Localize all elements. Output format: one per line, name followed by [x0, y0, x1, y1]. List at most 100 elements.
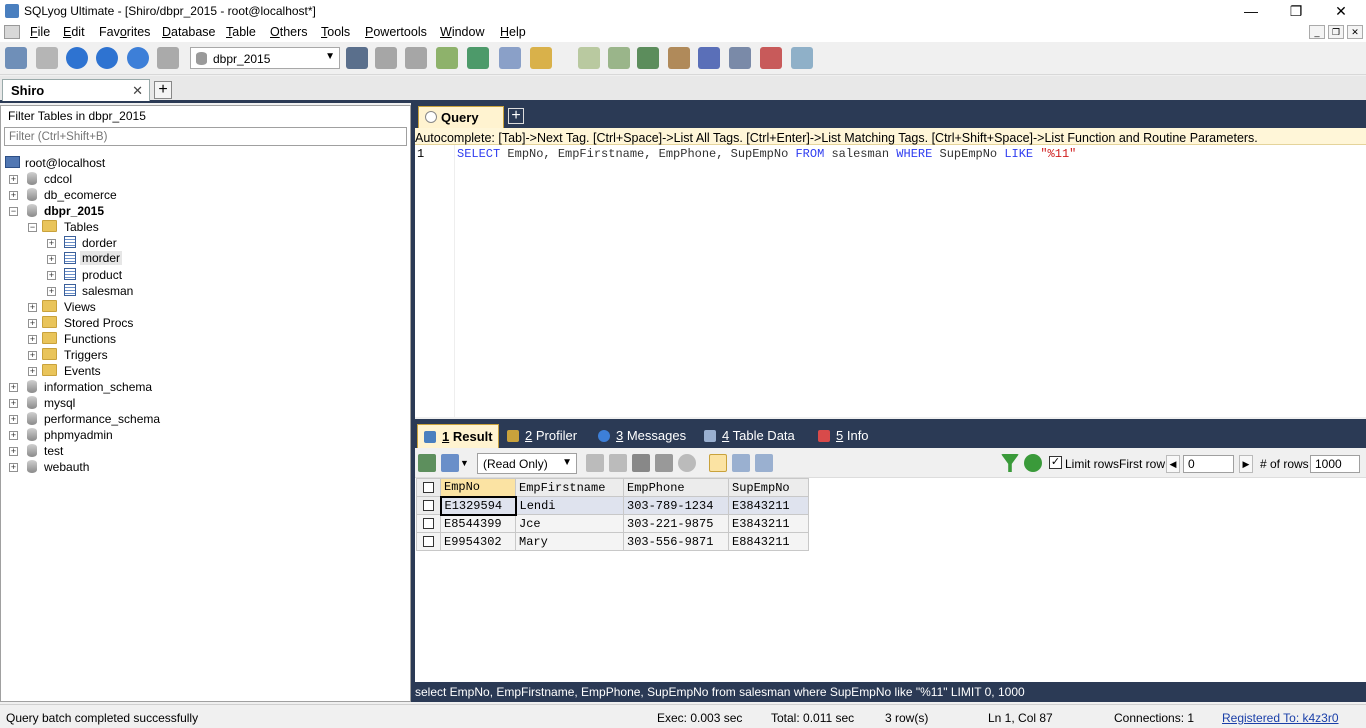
table-diag-icon[interactable] [499, 47, 521, 69]
tree-db-db-ecomerce[interactable]: + db_ecomerce [9, 187, 209, 203]
tree-folder-views[interactable]: + Views [28, 299, 228, 315]
select-all-checkbox[interactable] [416, 478, 441, 497]
add-connection-tab-button[interactable]: + [154, 81, 172, 99]
column-header[interactable]: EmpPhone [623, 478, 729, 497]
query-builder-icon[interactable] [578, 47, 600, 69]
delete-icon[interactable] [655, 454, 673, 472]
expand-icon[interactable]: + [9, 431, 18, 440]
expand-icon[interactable]: + [47, 255, 56, 264]
text-mode-icon[interactable] [755, 454, 773, 472]
tab-info[interactable]: 5 Info [818, 424, 869, 448]
tree-table-dorder[interactable]: + dorder [47, 235, 247, 251]
grid-cell[interactable]: Mary [515, 532, 624, 551]
grid-cell[interactable]: E9954302 [440, 532, 516, 551]
create-table-icon[interactable] [405, 47, 427, 69]
menu-others[interactable]: Others [270, 25, 308, 39]
tree-folder-stored-procs[interactable]: + Stored Procs [28, 315, 228, 331]
database-selector[interactable]: dbpr_2015 ▼ [190, 47, 340, 69]
expand-icon[interactable]: + [28, 303, 37, 312]
refresh-icon[interactable] [1024, 454, 1042, 472]
export-icon[interactable] [441, 454, 459, 472]
user-manager-icon[interactable] [346, 47, 368, 69]
tree-db-mysql[interactable]: + mysql [9, 395, 209, 411]
sql-line[interactable]: SELECT EmpNo, EmpFirstname, EmpPhone, Su… [457, 147, 1076, 161]
stop-icon[interactable] [127, 47, 149, 69]
mdi-doc-icon[interactable] [4, 25, 20, 39]
grid-cell[interactable]: E8544399 [440, 514, 516, 533]
tree-folder-functions[interactable]: + Functions [28, 331, 228, 347]
expand-icon[interactable]: + [28, 367, 37, 376]
tree-folder-triggers[interactable]: + Triggers [28, 347, 228, 363]
expand-icon[interactable]: + [47, 287, 56, 296]
cancel-icon[interactable] [678, 454, 696, 472]
form-mode-icon[interactable] [732, 454, 750, 472]
tree-db-cdcol[interactable]: + cdcol [9, 171, 209, 187]
tab-query[interactable]: Query [418, 106, 504, 128]
tab-profiler[interactable]: 2 Profiler [507, 424, 577, 448]
grid-cell[interactable]: Jce [515, 514, 624, 533]
menu-edit[interactable]: Edit [63, 25, 85, 39]
expand-icon[interactable]: + [47, 239, 56, 248]
sql-editor[interactable] [415, 145, 1366, 417]
tree-table-salesman[interactable]: + salesman [47, 283, 247, 299]
tab-result[interactable]: 1 Result [417, 424, 499, 448]
expand-icon[interactable]: + [28, 351, 37, 360]
backup-icon[interactable] [467, 47, 489, 69]
maximize-button[interactable]: ❐ [1273, 0, 1319, 22]
menu-table[interactable]: Table [226, 25, 256, 39]
grid-cell[interactable]: Lendi [515, 496, 624, 515]
schema-sync-icon[interactable] [791, 47, 813, 69]
tab-table-data[interactable]: 4 Table Data [704, 424, 795, 448]
registered-to-link[interactable]: Registered To: k4z3r0 [1222, 711, 1339, 725]
expand-icon[interactable]: + [9, 399, 18, 408]
data-search-icon[interactable] [760, 47, 782, 69]
expand-icon[interactable]: + [9, 175, 18, 184]
tree-db-information-schema[interactable]: + information_schema [9, 379, 209, 395]
notifications-icon[interactable] [729, 47, 751, 69]
expand-icon[interactable]: + [9, 415, 18, 424]
close-tab-icon[interactable]: ✕ [132, 83, 143, 99]
connect-icon[interactable] [5, 47, 27, 69]
migration-icon[interactable] [668, 47, 690, 69]
insert-row-icon[interactable] [586, 454, 604, 472]
tab-messages[interactable]: 3 Messages [598, 424, 686, 448]
mdi-restore-button[interactable]: ❐ [1328, 25, 1344, 39]
table-row[interactable]: E8544399 Jce 303-221-9875 E3843211 [416, 514, 809, 533]
tree-db-phpmyadmin[interactable]: + phpmyadmin [9, 427, 209, 443]
scheduled-job-icon[interactable] [698, 47, 720, 69]
tree-folder-tables[interactable]: − Tables [28, 219, 228, 235]
add-query-tab-button[interactable]: + [508, 108, 524, 124]
tree-db-performance-schema[interactable]: + performance_schema [9, 411, 209, 427]
tree-folder-events[interactable]: + Events [28, 363, 228, 379]
grid-cell[interactable]: 303-789-1234 [623, 496, 729, 515]
new-connection-icon[interactable] [36, 47, 58, 69]
row-checkbox[interactable] [416, 514, 441, 533]
column-header[interactable]: EmpFirstname [515, 478, 624, 497]
tree-db-webauth[interactable]: + webauth [9, 459, 209, 475]
grid-mode-icon[interactable] [709, 454, 727, 472]
menu-powertools[interactable]: Powertools [365, 25, 427, 39]
menu-file[interactable]: File [30, 25, 50, 39]
collapse-icon[interactable]: − [28, 223, 37, 232]
mdi-close-button[interactable]: ✕ [1347, 25, 1363, 39]
execute-query-icon[interactable] [66, 47, 88, 69]
menu-tools[interactable]: Tools [321, 25, 350, 39]
first-row-input[interactable]: 0 [1183, 455, 1234, 473]
schema-designer-icon[interactable] [530, 47, 552, 69]
column-header[interactable]: SupEmpNo [728, 478, 809, 497]
prev-page-icon[interactable]: ◀ [1166, 455, 1180, 473]
create-db-icon[interactable] [375, 47, 397, 69]
grid-cell[interactable]: 303-556-9871 [623, 532, 729, 551]
column-header[interactable]: EmpNo [440, 478, 516, 497]
compare-icon[interactable] [637, 47, 659, 69]
minimize-button[interactable]: — [1228, 0, 1274, 22]
tree-db-dbpr-2015[interactable]: − dbpr_2015 [9, 203, 209, 219]
collapse-icon[interactable]: − [9, 207, 18, 216]
save-icon[interactable] [632, 454, 650, 472]
filter-input[interactable] [4, 127, 407, 146]
limit-rows-checkbox[interactable]: ✓ [1049, 456, 1062, 469]
grid-cell[interactable]: E1329594 [439, 495, 517, 516]
table-row[interactable]: E9954302 Mary 303-556-9871 E8843211 [416, 532, 809, 551]
grid-cell[interactable]: 303-221-9875 [623, 514, 729, 533]
refresh-icon[interactable] [157, 47, 179, 69]
